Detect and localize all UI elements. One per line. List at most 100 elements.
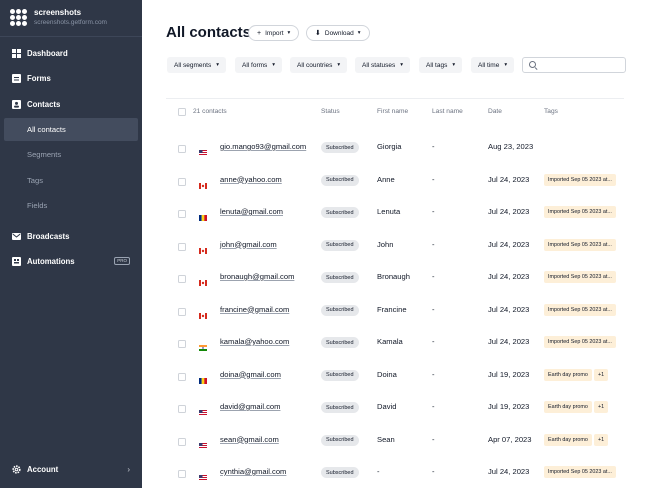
sidebar-item-tags[interactable]: Tags <box>4 169 138 192</box>
contact-email-link[interactable]: lenuta@gmail.com <box>220 207 283 216</box>
download-icon: ⬇ <box>315 30 321 37</box>
row-checkbox[interactable] <box>178 275 186 283</box>
tag-chip[interactable]: Imported Sep 05 2023 at... <box>544 173 616 186</box>
table-row[interactable]: doina@gmail.com Subscribed Doina - Jul 19, 2… <box>166 361 626 393</box>
tag-chip[interactable]: +1 <box>594 401 609 413</box>
column-header-first-name[interactable]: First name <box>377 108 408 115</box>
row-checkbox[interactable] <box>178 242 186 251</box>
sidebar-item-segments[interactable]: Segments <box>4 143 138 166</box>
tag-chip[interactable]: Imported Sep 05 2023 at... <box>544 206 616 218</box>
first-name: Anne <box>377 174 395 184</box>
table-row[interactable]: francine@gmail.com Subscribed Francine - Jul… <box>166 296 626 328</box>
column-header-date[interactable]: Date <box>488 108 502 115</box>
table-row[interactable]: sean@gmail.com Subscribed Sean - Apr 07, 202… <box>166 426 626 458</box>
contact-email-link[interactable]: bronaugh@gmail.com <box>220 272 294 281</box>
sidebar-item-account[interactable]: Account › <box>12 462 134 476</box>
table-row[interactable]: john@gmail.com Subscribed John - Jul 24, 202… <box>166 231 626 263</box>
filter-segments[interactable]: All segments ▾ <box>167 57 226 73</box>
mail-icon <box>12 232 21 240</box>
status-badge: Subscribed <box>321 304 359 316</box>
contact-email-link[interactable]: anne@yahoo.com <box>220 175 282 184</box>
column-header-tags[interactable]: Tags <box>544 108 558 115</box>
contact-email-link[interactable]: john@gmail.com <box>220 240 277 249</box>
sidebar-item-broadcasts[interactable]: Broadcasts <box>12 229 134 243</box>
chevron-down-icon: ▾ <box>216 62 219 68</box>
status-badge: Subscribed <box>321 239 359 251</box>
brand[interactable]: screenshots screenshots.getform.com <box>10 8 107 27</box>
row-checkbox[interactable] <box>178 145 186 153</box>
contact-email-link[interactable]: sean@gmail.com <box>220 435 279 444</box>
date: Jul 19, 2023 <box>488 369 530 379</box>
flag-ro-icon <box>199 208 207 221</box>
last-name: - <box>432 142 435 151</box>
sidebar-item-automations[interactable]: Automations PRO <box>12 254 134 268</box>
table-row[interactable]: lenuta@gmail.com Subscribed Lenuta - Jul 24,… <box>166 198 626 230</box>
tag-chip[interactable]: +1 <box>594 433 609 446</box>
sidebar-item-contacts[interactable]: Contacts <box>12 97 134 111</box>
select-all-checkbox[interactable] <box>178 108 186 116</box>
download-button[interactable]: ⬇ Download ▾ <box>306 25 370 41</box>
column-header-status[interactable]: Status <box>321 108 340 115</box>
column-header-last-name[interactable]: Last name <box>432 108 463 115</box>
table-row[interactable]: cynthia@gmail.com Subscribed - - Jul 24, 202… <box>166 458 626 488</box>
last-name: - <box>432 272 435 281</box>
row-checkbox[interactable] <box>178 177 186 186</box>
tag-chip[interactable]: Imported Sep 05 2023 at... <box>544 238 616 251</box>
sidebar-item-forms[interactable]: Forms <box>12 71 134 85</box>
tag-chip[interactable]: Imported Sep 05 2023 at... <box>544 271 616 283</box>
contact-email-link[interactable]: david@gmail.com <box>220 402 280 411</box>
flag-ca-icon <box>199 306 207 319</box>
first-name: John <box>377 239 394 249</box>
table-row[interactable]: david@gmail.com Subscribed David - Jul 19, 2… <box>166 393 626 425</box>
tag-chip[interactable]: Earth day promo <box>544 433 592 446</box>
date: Jul 24, 2023 <box>488 174 530 184</box>
contact-email-link[interactable]: cynthia@gmail.com <box>220 467 286 476</box>
filter-time[interactable]: All time ▾ <box>471 57 515 73</box>
row-checkbox[interactable] <box>178 340 186 348</box>
sidebar-item-fields[interactable]: Fields <box>4 194 138 217</box>
search-box[interactable] <box>522 57 626 73</box>
tag-chip[interactable]: Earth day promo <box>544 368 592 381</box>
sidebar-item-all-contacts[interactable]: All contacts <box>4 118 138 141</box>
filter-tags[interactable]: All tags ▾ <box>419 57 463 73</box>
table-row[interactable]: kamala@yahoo.com Subscribed Kamala - Jul 24,… <box>166 328 626 360</box>
contact-email-link[interactable]: doina@gmail.com <box>220 370 281 379</box>
sidebar-item-dashboard[interactable]: Dashboard <box>12 46 134 60</box>
flag-us-icon <box>199 468 207 481</box>
divider <box>166 98 624 99</box>
chevron-down-icon: ▾ <box>400 62 404 68</box>
filter-countries[interactable]: All countries ▾ <box>290 57 348 73</box>
first-name: Kamala <box>377 337 403 346</box>
forms-icon <box>12 73 21 83</box>
row-checkbox[interactable] <box>178 372 186 381</box>
date: Jul 24, 2023 <box>488 272 530 281</box>
tag-chip[interactable]: Imported Sep 05 2023 at... <box>544 466 616 478</box>
dashboard-icon <box>12 48 21 58</box>
filter-forms[interactable]: All forms ▾ <box>235 57 283 73</box>
table-row[interactable]: bronaugh@gmail.com Subscribed Bronaugh - Jul… <box>166 263 626 295</box>
table-row[interactable]: gio.mango93@gmail.com Subscribed Giorgia - A… <box>166 133 626 165</box>
first-name: Lenuta <box>377 207 401 216</box>
tag-chip[interactable]: +1 <box>594 368 609 381</box>
import-button[interactable]: + Import ▾ <box>248 25 300 41</box>
row-checkbox[interactable] <box>178 210 186 218</box>
tag-chip[interactable]: Earth day promo <box>544 401 592 413</box>
filter-statuses[interactable]: All statuses ▾ <box>355 57 411 73</box>
contacts-icon <box>12 99 21 109</box>
date: Jul 24, 2023 <box>488 304 530 314</box>
tag-chip[interactable]: Imported Sep 05 2023 at... <box>544 303 616 316</box>
row-checkbox[interactable] <box>178 307 186 316</box>
flag-us-icon <box>199 143 207 156</box>
tag-chip[interactable]: Imported Sep 05 2023 at... <box>544 336 616 348</box>
search-input[interactable] <box>539 60 623 70</box>
flag-us-icon <box>199 403 207 416</box>
contact-email-link[interactable]: kamala@yahoo.com <box>220 337 289 346</box>
row-checkbox[interactable] <box>178 470 186 478</box>
contact-email-link[interactable]: gio.mango93@gmail.com <box>220 142 306 151</box>
chevron-down-icon: ▾ <box>504 62 508 68</box>
row-checkbox[interactable] <box>178 405 186 413</box>
row-checkbox[interactable] <box>178 437 186 446</box>
table-row[interactable]: anne@yahoo.com Subscribed Anne - Jul 24, 202… <box>166 166 626 198</box>
contact-email-link[interactable]: francine@gmail.com <box>220 305 289 314</box>
date: Jul 24, 2023 <box>488 239 530 249</box>
